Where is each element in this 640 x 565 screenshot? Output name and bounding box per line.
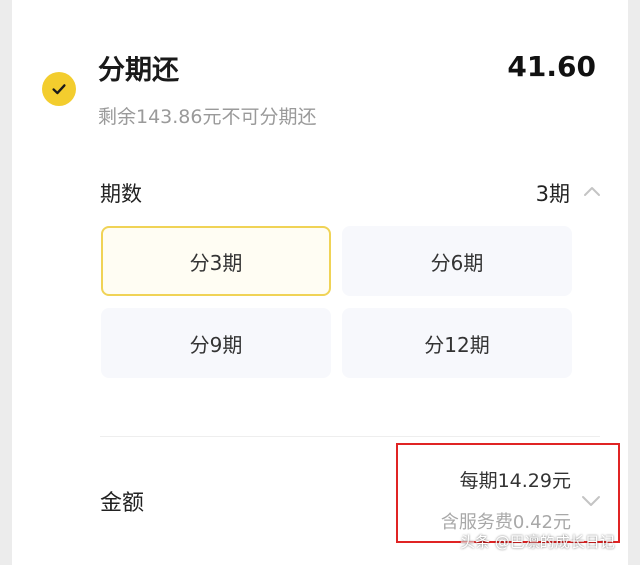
period-option-3[interactable]: 分3期 bbox=[101, 226, 331, 296]
highlight-box bbox=[396, 443, 620, 543]
period-option-9[interactable]: 分9期 bbox=[101, 308, 331, 378]
checkmark-icon bbox=[52, 84, 66, 95]
payment-amount: 41.60 bbox=[507, 50, 596, 83]
chevron-up-icon[interactable] bbox=[582, 183, 602, 199]
period-option-12[interactable]: 分12期 bbox=[342, 308, 572, 378]
watermark: 头条 @巴凛的成长日记 bbox=[460, 533, 615, 551]
installment-title: 分期还 bbox=[98, 55, 179, 86]
period-option-6[interactable]: 分6期 bbox=[342, 226, 572, 296]
check-icon[interactable] bbox=[42, 72, 76, 106]
section-divider bbox=[100, 436, 600, 437]
period-count-label: 期数 bbox=[100, 182, 142, 206]
amount-label: 金额 bbox=[100, 491, 145, 516]
remaining-note: 剩余143.86元不可分期还 bbox=[98, 106, 317, 128]
selected-period-value[interactable]: 3期 bbox=[536, 178, 570, 208]
